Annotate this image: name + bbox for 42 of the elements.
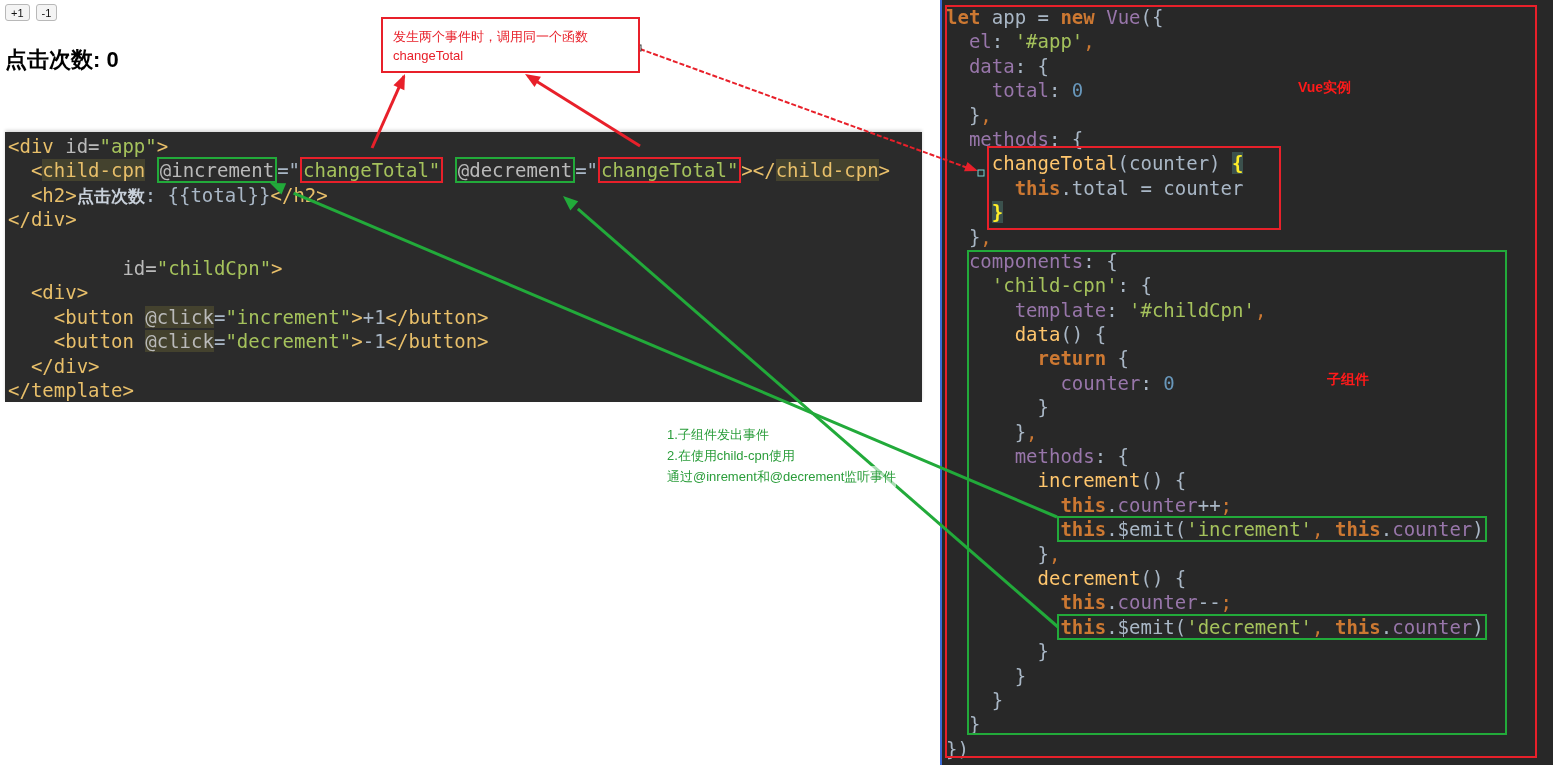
code-line: }, xyxy=(967,102,992,127)
code-line: }, xyxy=(967,224,992,249)
code-line: counter: 0 xyxy=(1059,370,1175,396)
code-line: total: 0 xyxy=(990,78,1084,103)
annotation-label: Vue实例 xyxy=(1298,79,1352,97)
code-line: }, xyxy=(1036,541,1061,566)
code-line: this.counter--; xyxy=(1059,590,1233,615)
callout-text: changeTotal xyxy=(393,47,464,65)
counter-button[interactable]: -1 xyxy=(35,4,58,21)
code-line: template: '#childCpn', xyxy=(1013,297,1267,323)
code-line: </template> xyxy=(8,377,134,403)
callout-text: 发生两个事件时，调用同一个函数 xyxy=(393,28,588,46)
code-line: id="childCpn"> xyxy=(121,255,283,281)
code-line: data() { xyxy=(1013,322,1107,347)
code-line: } xyxy=(1036,395,1049,420)
code-line: <child-cpn @increment="changeTotal" @decrement="changeTotal"></child-cpn> xyxy=(29,158,891,183)
annotation-label: 子组件 xyxy=(1327,371,1369,389)
code-line: changeTotal(counter) { xyxy=(990,151,1244,176)
code-line: return { xyxy=(1036,346,1130,371)
code-line: this.total = counter xyxy=(1013,175,1244,201)
code-line: } xyxy=(1036,639,1049,664)
code-line: <div id="app"> xyxy=(8,134,169,159)
click-count-heading: 点击次数: 0 xyxy=(5,47,119,73)
code-line: components: { xyxy=(967,248,1118,274)
code-line: </div> xyxy=(8,207,77,232)
code-line: this.counter++; xyxy=(1059,492,1233,518)
code-line: let app = new Vue({ xyxy=(946,5,1164,30)
code-line: <button @click="decrement">-1</button> xyxy=(52,329,489,354)
code-line: } xyxy=(1013,663,1027,688)
counter-button[interactable]: +1 xyxy=(5,4,30,21)
code-line: data: { xyxy=(967,53,1049,79)
code-line: <button @click="increment">+1</button> xyxy=(52,304,489,330)
code-line: </div> xyxy=(29,353,100,378)
code-line: decrement() { xyxy=(1036,566,1187,591)
code-line: el: '#app', xyxy=(967,29,1095,54)
code-line: increment() { xyxy=(1036,468,1187,493)
note-text: 通过@inrement和@decrement监听事件 xyxy=(667,466,897,487)
code-line: }, xyxy=(1013,419,1038,445)
code-line: <div> xyxy=(29,280,89,305)
code-line: } xyxy=(990,687,1004,713)
code-line: 'child-cpn': { xyxy=(990,273,1152,298)
code-line: methods: { xyxy=(1013,444,1130,469)
